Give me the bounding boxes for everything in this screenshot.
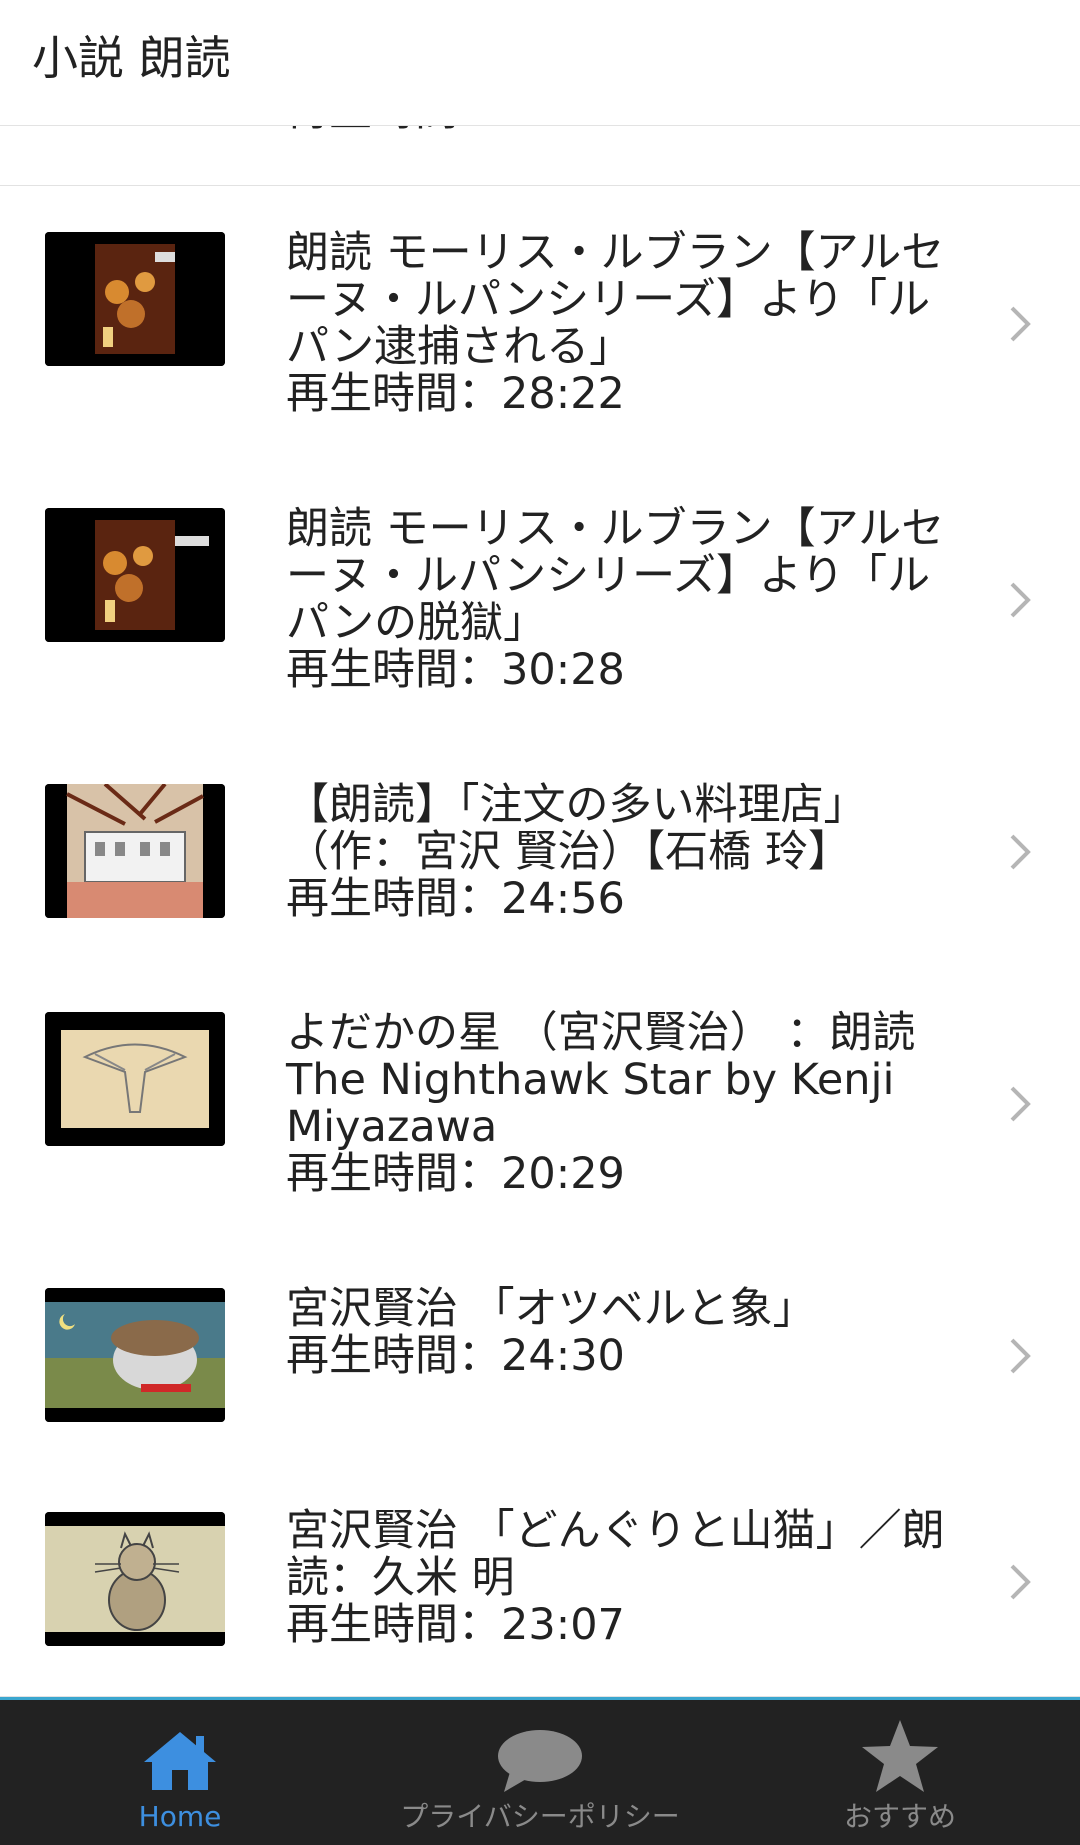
item-title: 朗読 モーリス・ルブラン【アルセーヌ・ルパンシリーズ】より「ルパン逮捕される」 xyxy=(286,228,945,372)
bottom-tab-bar: Home プライバシーポリシー おすすめ xyxy=(0,1697,1080,1845)
item-duration: 再生時間：24:30 xyxy=(286,1331,625,1381)
chevron-right-icon xyxy=(1010,1338,1031,1374)
item-title: よだかの星 （宮沢賢治） ：朗読 The Nighthawk Star by K… xyxy=(286,1008,959,1152)
tab-home-label: Home xyxy=(138,1800,222,1833)
chevron-right-icon xyxy=(1010,834,1031,870)
app-header: 小説 朗読 xyxy=(0,0,1080,126)
tab-recommended-label: おすすめ xyxy=(843,1800,956,1833)
list-item[interactable]: 朗読 モーリス・ルブラン【アルセーヌ・ルパンシリーズ】より「ルパンの脱獄」 再生… xyxy=(0,462,1080,739)
item-text: よだかの星 （宮沢賢治） ：朗読 The Nighthawk Star by K… xyxy=(286,1008,959,1199)
list-item[interactable]: よだかの星 （宮沢賢治） ：朗読 The Nighthawk Star by K… xyxy=(0,966,1080,1243)
star-icon xyxy=(862,1720,938,1792)
tab-privacy-policy-label: プライバシーポリシー xyxy=(400,1800,680,1833)
item-duration: 再生時間：28:22 xyxy=(286,369,625,419)
video-thumbnail xyxy=(45,1288,225,1422)
chevron-right-icon xyxy=(1010,1086,1031,1122)
list-item[interactable]: 【朗読】「注文の多い料理店」（作：宮沢 賢治）【石橋 玲】 再生時間：24:56 xyxy=(0,738,1080,967)
chevron-right-icon xyxy=(1010,306,1031,342)
item-title: 宮沢賢治 「オツベルと象」 xyxy=(286,1284,816,1334)
item-text: 【朗読】「注文の多い料理店」（作：宮沢 賢治）【石橋 玲】 再生時間：24:56 xyxy=(286,782,946,923)
video-list: 再生時間：24:12 朗読 モーリス・ルブラン【アルセーヌ・ルパンシリーズ】より… xyxy=(0,0,1080,1697)
speech-bubble-icon xyxy=(498,1730,582,1792)
video-thumbnail xyxy=(45,1012,225,1146)
item-title: 宮沢賢治 「どんぐりと山猫」／朗読：久米 明 xyxy=(286,1506,945,1603)
video-thumbnail xyxy=(45,1512,225,1646)
item-title: 【朗読】「注文の多い料理店」（作：宮沢 賢治）【石橋 玲】 xyxy=(286,780,867,877)
item-text: 朗読 モーリス・ルブラン【アルセーヌ・ルパンシリーズ】より「ルパンの脱獄」 再生… xyxy=(286,506,946,694)
video-thumbnail xyxy=(45,232,225,366)
tab-home[interactable]: Home xyxy=(0,1700,360,1845)
tab-recommended[interactable]: おすすめ xyxy=(720,1700,1080,1845)
video-thumbnail xyxy=(45,508,225,642)
home-icon xyxy=(144,1732,216,1790)
item-duration: 再生時間：20:29 xyxy=(286,1149,625,1199)
chevron-right-icon xyxy=(1010,1564,1031,1600)
video-thumbnail xyxy=(45,784,225,918)
item-duration: 再生時間：23:07 xyxy=(286,1600,625,1650)
item-text: 朗読 モーリス・ルブラン【アルセーヌ・ルパンシリーズ】より「ルパン逮捕される」 … xyxy=(286,230,946,418)
page-title: 小説 朗読 xyxy=(32,31,231,85)
item-duration: 再生時間：30:28 xyxy=(286,645,625,695)
tab-privacy-policy[interactable]: プライバシーポリシー xyxy=(360,1700,720,1845)
chevron-right-icon xyxy=(1010,582,1031,618)
list-item[interactable]: 宮沢賢治 「どんぐりと山猫」／朗読：久米 明 再生時間：23:07 xyxy=(0,1468,1080,1697)
item-title: 朗読 モーリス・ルブラン【アルセーヌ・ルパンシリーズ】より「ルパンの脱獄」 xyxy=(286,504,945,648)
item-text: 宮沢賢治 「オツベルと象」 再生時間：24:30 xyxy=(286,1286,946,1380)
list-item[interactable]: 宮沢賢治 「オツベルと象」 再生時間：24:30 xyxy=(0,1242,1080,1469)
item-text: 宮沢賢治 「どんぐりと山猫」／朗読：久米 明 再生時間：23:07 xyxy=(286,1508,946,1649)
item-duration: 再生時間：24:56 xyxy=(286,874,625,924)
list-item[interactable]: 朗読 モーリス・ルブラン【アルセーヌ・ルパンシリーズ】より「ルパン逮捕される」 … xyxy=(0,186,1080,463)
